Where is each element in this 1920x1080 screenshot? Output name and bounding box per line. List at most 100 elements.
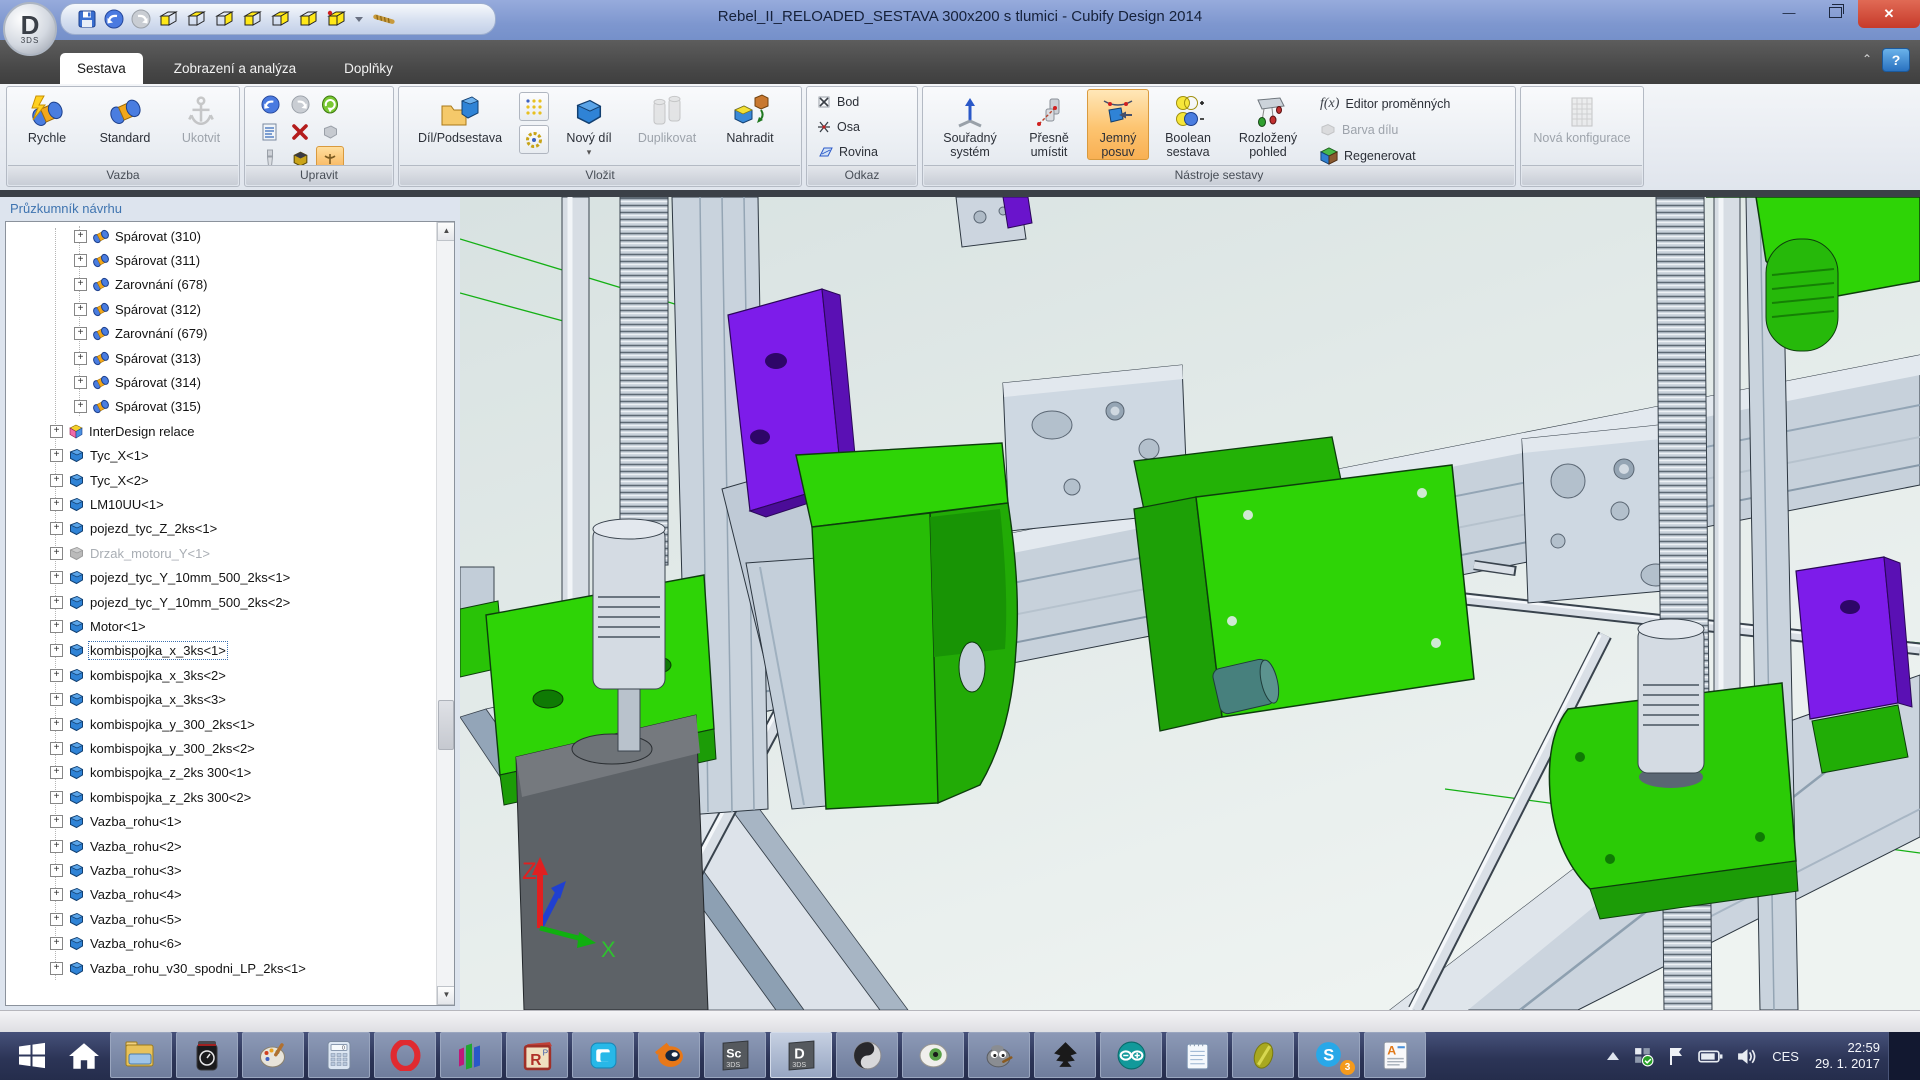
tree-item[interactable]: +kombispojka_x_3ks<1> bbox=[6, 639, 226, 663]
skype-taskbar-button[interactable]: S3 bbox=[1298, 1032, 1360, 1078]
view-front-side-icon[interactable] bbox=[298, 9, 319, 30]
tree-item[interactable]: +Vazba_rohu_v30_spodni_LP_2ks<1> bbox=[6, 956, 306, 980]
tree-item[interactable]: +Drzak_motoru_Y<1> bbox=[6, 541, 210, 565]
arduino-taskbar-button[interactable] bbox=[1100, 1032, 1162, 1078]
tree-item[interactable]: +kombispojka_z_2ks 300<1> bbox=[6, 761, 251, 785]
expand-icon[interactable]: + bbox=[50, 498, 63, 511]
tree-item[interactable]: +kombispojka_y_300_2ks<1> bbox=[6, 712, 255, 736]
olive-taskbar-button[interactable] bbox=[1232, 1032, 1294, 1078]
expand-icon[interactable]: + bbox=[50, 913, 63, 926]
expand-icon[interactable]: + bbox=[50, 791, 63, 804]
r-block-taskbar-button[interactable]: RP bbox=[506, 1032, 568, 1078]
tree-item[interactable]: +Spárovat (313) bbox=[6, 346, 201, 370]
tree-item[interactable]: +kombispojka_z_2ks 300<2> bbox=[6, 785, 251, 809]
expand-icon[interactable]: + bbox=[74, 254, 87, 267]
tree-item[interactable]: +Vazba_rohu<2> bbox=[6, 834, 182, 858]
tree-item[interactable]: +kombispojka_x_3ks<3> bbox=[6, 688, 226, 712]
tree-item[interactable]: +Vazba_rohu<1> bbox=[6, 810, 182, 834]
rovina-button[interactable]: Rovina bbox=[817, 140, 878, 165]
boolean-sestava-button[interactable]: Boolean sestava bbox=[1152, 89, 1224, 160]
expand-icon[interactable]: + bbox=[50, 742, 63, 755]
help-button[interactable]: ? bbox=[1882, 48, 1910, 72]
color-columns-taskbar-button[interactable] bbox=[440, 1032, 502, 1078]
expand-icon[interactable]: + bbox=[50, 815, 63, 828]
undo-icon[interactable] bbox=[104, 9, 124, 29]
tree-item[interactable]: +Tyc_X<2> bbox=[6, 468, 149, 492]
file-explorer-taskbar-button[interactable] bbox=[110, 1032, 172, 1078]
language-indicator[interactable]: CES bbox=[1772, 1049, 1799, 1064]
view-iso-icon[interactable] bbox=[326, 9, 347, 30]
expand-icon[interactable]: + bbox=[50, 718, 63, 731]
nahradit-button[interactable]: Nahradit bbox=[711, 89, 789, 146]
suppress-part-button[interactable] bbox=[317, 120, 343, 144]
expand-icon[interactable]: + bbox=[50, 522, 63, 535]
expand-icon[interactable]: + bbox=[50, 669, 63, 682]
scroll-down-button[interactable]: ▼ bbox=[437, 986, 455, 1005]
tree-item[interactable]: +pojezd_tyc_Y_10mm_500_2ks<1> bbox=[6, 566, 290, 590]
expand-icon[interactable]: + bbox=[74, 352, 87, 365]
blender-taskbar-button[interactable] bbox=[638, 1032, 700, 1078]
tree-item[interactable]: +Motor<1> bbox=[6, 614, 146, 638]
regenerate-small-button[interactable] bbox=[317, 93, 343, 117]
expand-icon[interactable]: + bbox=[50, 425, 63, 438]
novy-dil-button[interactable]: Nový díl ▾ bbox=[555, 89, 623, 160]
start-button[interactable] bbox=[6, 1032, 58, 1080]
tree-item[interactable]: +Vazba_rohu<4> bbox=[6, 883, 182, 907]
tree-item[interactable]: +Vazba_rohu<5> bbox=[6, 907, 182, 931]
presne-umistit-button[interactable]: Přesně umístit bbox=[1014, 89, 1084, 160]
model-viewport[interactable]: Z X bbox=[460, 197, 1920, 1010]
expand-icon[interactable]: + bbox=[50, 693, 63, 706]
pattern-grid-button[interactable] bbox=[519, 92, 549, 121]
scrollbar-thumb[interactable] bbox=[438, 700, 454, 750]
blue-case-taskbar-button[interactable] bbox=[572, 1032, 634, 1078]
save-icon[interactable] bbox=[77, 9, 97, 29]
expand-icon[interactable]: + bbox=[50, 644, 63, 657]
expand-icon[interactable]: + bbox=[50, 840, 63, 853]
expand-icon[interactable]: + bbox=[50, 547, 63, 560]
list-button[interactable] bbox=[257, 120, 283, 144]
tree-item[interactable]: +InterDesign relace bbox=[6, 419, 195, 443]
souradny-system-button[interactable]: Souřadný systém bbox=[929, 89, 1011, 160]
action-center-flag-icon[interactable] bbox=[1667, 1046, 1685, 1066]
battery-icon[interactable] bbox=[1698, 1049, 1723, 1064]
tab-doplnky[interactable]: Doplňky bbox=[327, 53, 410, 84]
ribbon-collapse-button[interactable]: ⌃ bbox=[1862, 52, 1872, 66]
tree-item[interactable]: +Spárovat (314) bbox=[6, 370, 201, 394]
expand-icon[interactable]: + bbox=[74, 400, 87, 413]
expand-icon[interactable]: + bbox=[74, 376, 87, 389]
view-top-icon[interactable] bbox=[186, 9, 207, 30]
tree-item[interactable]: +pojezd_tyc_Z_2ks<1> bbox=[6, 517, 217, 541]
cubify-sculpt-taskbar-button[interactable]: Sc3DS bbox=[704, 1032, 766, 1078]
home-button[interactable] bbox=[58, 1032, 110, 1080]
redo-icon[interactable] bbox=[131, 9, 151, 29]
osa-button[interactable]: Osa bbox=[817, 114, 860, 139]
barva-dilu-button[interactable]: Barva dílu bbox=[1320, 117, 1450, 143]
scroll-up-button[interactable]: ▲ bbox=[437, 222, 455, 241]
close-button[interactable]: ✕ bbox=[1858, 0, 1920, 28]
dropdown-icon[interactable] bbox=[354, 15, 364, 23]
expand-icon[interactable]: + bbox=[50, 449, 63, 462]
tree-item[interactable]: +Spárovat (311) bbox=[6, 248, 200, 272]
tree-item[interactable]: +kombispojka_y_300_2ks<2> bbox=[6, 736, 255, 760]
jemny-posuv-button[interactable]: Jemný posuv bbox=[1087, 89, 1149, 160]
view-front-top-icon[interactable] bbox=[242, 9, 263, 30]
volume-icon[interactable] bbox=[1736, 1047, 1759, 1066]
inkscape-taskbar-button[interactable] bbox=[1034, 1032, 1096, 1078]
opera-taskbar-button[interactable] bbox=[374, 1032, 436, 1078]
view-front-icon[interactable] bbox=[158, 9, 179, 30]
notepad-taskbar-button[interactable] bbox=[1166, 1032, 1228, 1078]
circular-pattern-button[interactable] bbox=[519, 125, 549, 154]
standard-button[interactable]: Standard bbox=[85, 89, 165, 146]
tree-item[interactable]: +kombispojka_x_3ks<2> bbox=[6, 663, 226, 687]
expand-icon[interactable]: + bbox=[50, 766, 63, 779]
tab-sestava[interactable]: Sestava bbox=[60, 53, 143, 84]
redo-small-button[interactable] bbox=[287, 93, 313, 117]
bod-button[interactable]: Bod bbox=[817, 89, 859, 114]
tree-scrollbar[interactable]: ▲ ▼ bbox=[436, 222, 454, 1005]
wordpad-taskbar-button[interactable]: A bbox=[1364, 1032, 1426, 1078]
expand-icon[interactable]: + bbox=[50, 864, 63, 877]
restore-button[interactable] bbox=[1812, 0, 1858, 24]
hidden-icons-button[interactable] bbox=[1606, 1051, 1620, 1061]
rozlozeny-pohled-button[interactable]: Rozložený pohled bbox=[1227, 89, 1309, 160]
print-status-icon[interactable] bbox=[1633, 1046, 1654, 1067]
